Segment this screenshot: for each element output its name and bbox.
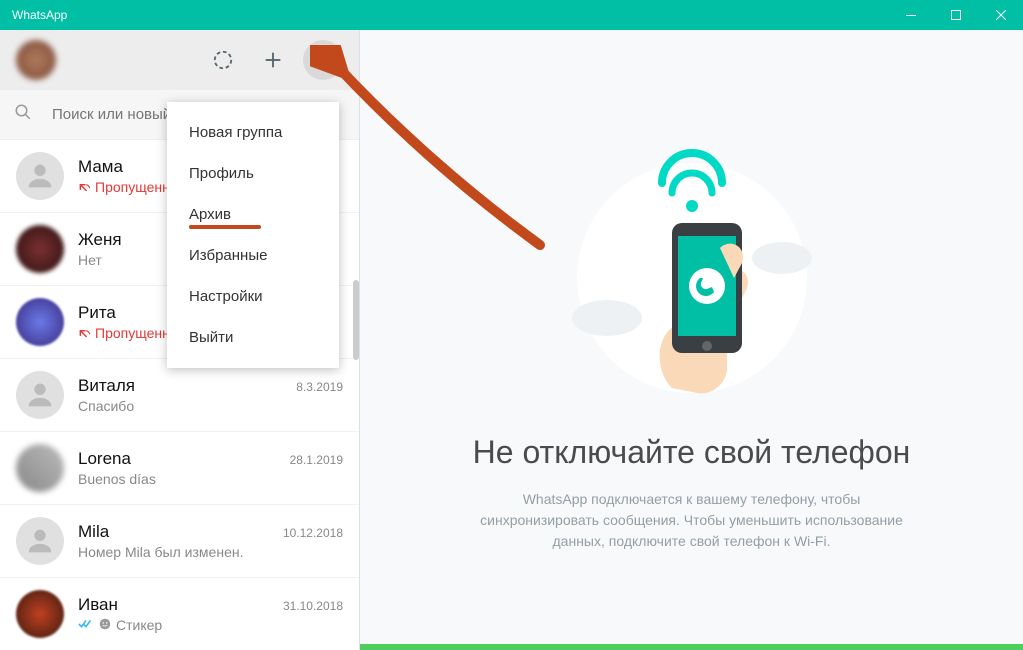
menu-item-4[interactable]: Настройки [167, 276, 339, 317]
sticker-icon [98, 617, 112, 634]
chat-avatar [16, 298, 64, 346]
minimize-button[interactable] [888, 0, 933, 30]
highlight-underline [189, 225, 261, 229]
chat-name: Мама [78, 157, 123, 177]
chat-name: Mila [78, 522, 109, 542]
search-icon [14, 103, 32, 126]
main-panel: Не отключайте свой телефон WhatsApp подк… [360, 30, 1023, 650]
chat-avatar [16, 371, 64, 419]
chat-name: Рита [78, 303, 116, 323]
chat-name: Иван [78, 595, 118, 615]
dropdown-menu: Новая группаПрофильАрхивИзбранныеНастрой… [167, 102, 339, 368]
menu-item-1[interactable]: Профиль [167, 153, 339, 194]
chat-name: Виталя [78, 376, 135, 396]
sidebar-header [0, 30, 359, 90]
main-headline: Не отключайте свой телефон [473, 434, 911, 471]
menu-item-3[interactable]: Избранные [167, 235, 339, 276]
chat-row[interactable]: Иван 31.10.2018 Стикер [0, 578, 359, 650]
maximize-button[interactable] [933, 0, 978, 30]
chat-row[interactable]: Виталя 8.3.2019 Спасибо [0, 359, 359, 432]
chat-preview: Стикер [78, 617, 343, 634]
menu-item-5[interactable]: Выйти [167, 317, 339, 358]
menu-item-0[interactable]: Новая группа [167, 112, 339, 153]
chat-name: Lorena [78, 449, 131, 469]
chat-date: 8.3.2019 [296, 380, 343, 394]
chat-avatar [16, 517, 64, 565]
status-icon[interactable] [203, 40, 243, 80]
chat-avatar [16, 444, 64, 492]
scrollbar[interactable] [353, 280, 359, 360]
illustration [552, 128, 832, 408]
window-title: WhatsApp [12, 8, 67, 22]
sidebar: Мама Пропущенный звонокЖеняНетРита Пропу… [0, 30, 360, 650]
title-bar: WhatsApp [0, 0, 1023, 30]
window-controls [888, 0, 1023, 30]
menu-item-2[interactable]: Архив [167, 194, 339, 235]
chat-date: 28.1.2019 [290, 453, 343, 467]
chat-avatar [16, 590, 64, 638]
main-subtext: WhatsApp подключается к вашему телефону,… [462, 489, 922, 552]
chat-row[interactable]: Mila 10.12.2018 Номер Mila был изменен. [0, 505, 359, 578]
chat-row[interactable]: Lorena 28.1.2019 Buenos días [0, 432, 359, 505]
accent-bar [360, 644, 1023, 650]
close-button[interactable] [978, 0, 1023, 30]
chat-date: 31.10.2018 [283, 599, 343, 613]
chat-preview: Спасибо [78, 398, 343, 414]
chat-avatar [16, 225, 64, 273]
chat-date: 10.12.2018 [283, 526, 343, 540]
chat-preview: Номер Mila был изменен. [78, 544, 343, 560]
menu-icon[interactable] [303, 40, 343, 80]
chat-preview: Buenos días [78, 471, 343, 487]
new-chat-icon[interactable] [253, 40, 293, 80]
chat-name: Женя [78, 230, 122, 250]
chat-avatar [16, 152, 64, 200]
user-avatar[interactable] [16, 40, 56, 80]
read-ticks-icon [78, 617, 94, 633]
